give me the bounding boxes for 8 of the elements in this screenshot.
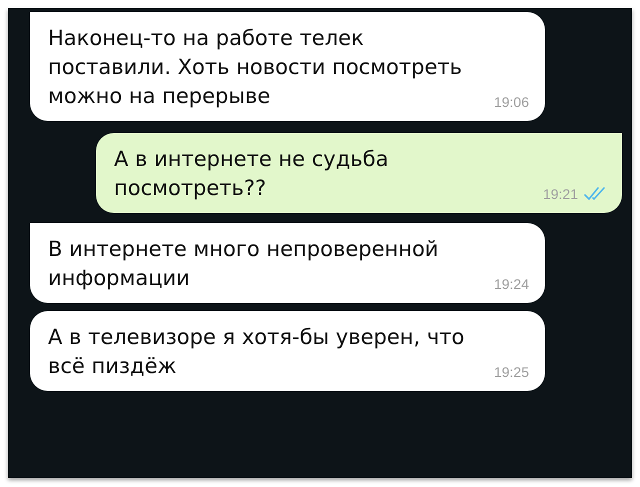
message-time: 19:25 (494, 363, 529, 381)
message-text: А в телевизоре я хотя-бы уверен, что всё пиздёж (48, 324, 466, 380)
message-text: А в интернете не судьба посмотреть?? (114, 146, 390, 202)
message-time: 19:24 (494, 275, 529, 293)
message-text: Наконец-то на работе телек поставили. Хоть новости посмотреть можно на перерыве (48, 25, 464, 110)
message-time: 19:06 (494, 93, 529, 111)
message-time: 19:21 (542, 185, 578, 203)
message-text: В интернете много непроверенной информации (48, 236, 440, 292)
